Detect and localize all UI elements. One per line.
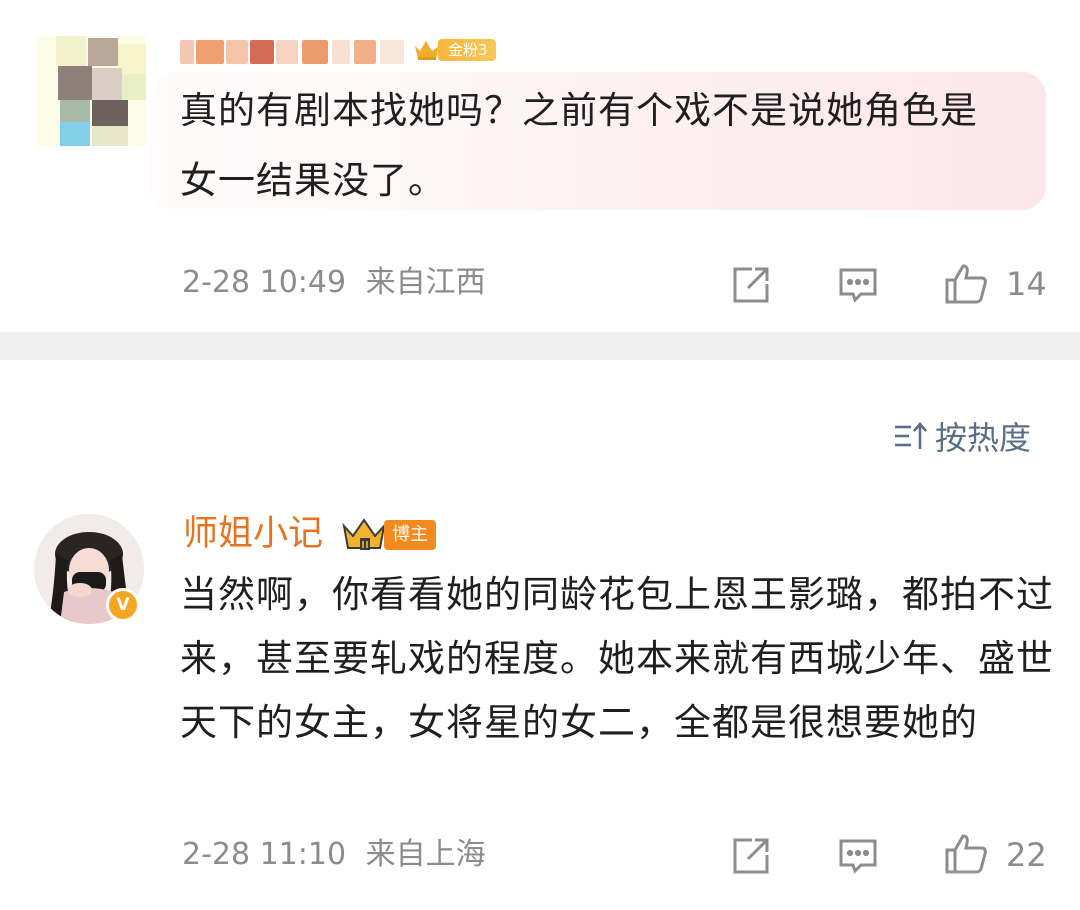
comment-meta: 2-28 11:10 来自上海 (182, 835, 486, 875)
verified-badge: V (106, 588, 140, 622)
comment-location: 来自上海 (365, 837, 486, 872)
fan-crown-icon (412, 37, 442, 63)
like-icon[interactable] (944, 262, 987, 304)
comment-text: 当然啊，你看看她的同龄花包上恩王影璐，都拍不过来，甚至要轧戏的程度。她本来就有西… (180, 573, 1054, 744)
comment-timestamp: 2-28 11:10 (182, 837, 347, 872)
sort-toggle[interactable]: 按热度 (893, 414, 1031, 458)
like-icon[interactable] (944, 832, 987, 874)
sort-label: 按热度 (935, 419, 1032, 457)
bottom-fade (780, 870, 1080, 910)
comment-meta: 2-28 10:49 来自江西 (182, 263, 486, 303)
like-count: 14 (1006, 265, 1047, 303)
comment-username[interactable]: 师姐小记 (183, 512, 323, 556)
sort-icon (893, 421, 929, 451)
crown-level-icon (340, 514, 388, 554)
username-blurred[interactable] (180, 38, 420, 68)
comment-location: 来自江西 (365, 265, 486, 300)
fan-level-badge: 金粉3 (412, 36, 496, 64)
comment-text: 真的有剧本找她吗？之前有个戏不是说她角色是女一结果没了。 (180, 89, 978, 202)
comment-icon[interactable] (837, 264, 879, 306)
avatar-blurred[interactable] (36, 36, 146, 146)
blogger-badge: 博主 (384, 520, 436, 550)
share-icon[interactable] (730, 264, 772, 306)
share-icon[interactable] (730, 835, 772, 877)
like-count: 22 (1006, 836, 1047, 874)
section-divider (0, 332, 1080, 360)
fan-badge-label: 金粉3 (438, 39, 496, 61)
comment-timestamp: 2-28 10:49 (182, 265, 347, 300)
